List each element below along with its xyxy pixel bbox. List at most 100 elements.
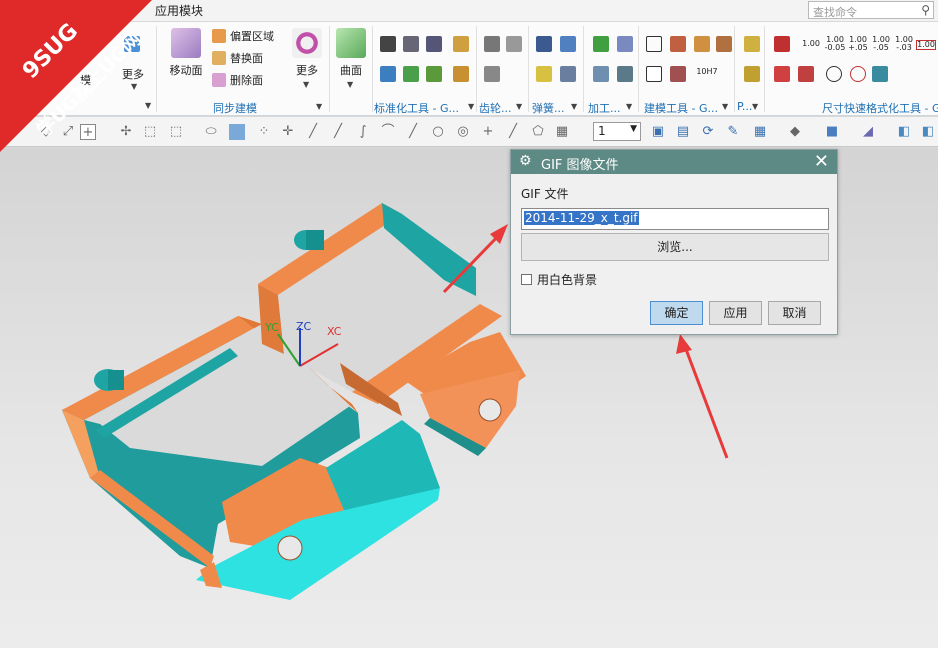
chevron-down-icon[interactable]: ▼ (303, 80, 309, 89)
menu-tools[interactable]: 工具 (54, 2, 78, 19)
modeling-tool-icon[interactable] (716, 36, 732, 52)
dimension-tool-icon[interactable] (774, 36, 790, 52)
view-icon[interactable]: ▣ (650, 124, 666, 140)
curve-icon[interactable]: ∫ (355, 124, 371, 140)
undo-arrow-icon[interactable] (872, 66, 888, 82)
solid-icon[interactable] (229, 124, 245, 140)
note-icon[interactable] (646, 66, 662, 82)
rect-select-icon[interactable]: ⬚ (168, 124, 184, 140)
grid-icon[interactable]: ▦ (554, 124, 570, 140)
dim-format-button[interactable]: 1.00 -.03 (893, 36, 915, 52)
line-icon[interactable]: ╱ (330, 124, 346, 140)
snap-icon[interactable]: ⁘ (256, 124, 272, 140)
machining-tool-icon[interactable] (617, 66, 633, 82)
diameter-icon[interactable] (850, 66, 866, 82)
search-icon[interactable]: ⚲ (921, 3, 930, 17)
std-tool-icon[interactable] (380, 36, 396, 52)
chevron-down-icon[interactable]: ▼ (347, 80, 353, 89)
machining-tool-icon[interactable] (617, 36, 633, 52)
view-icon[interactable]: ▦ (752, 124, 768, 140)
offset-region-button[interactable]: 偏置区域 (212, 28, 274, 44)
view-icon[interactable]: ✎ (725, 124, 741, 140)
std-tool-icon[interactable] (403, 66, 419, 82)
spring-tool-icon[interactable] (560, 66, 576, 82)
snap-icon[interactable]: ⬭ (203, 124, 219, 140)
chevron-down-icon[interactable]: ▼ (316, 102, 322, 111)
view-icon[interactable]: ◧ (920, 124, 936, 140)
machining-tool-icon[interactable] (593, 66, 609, 82)
surface-button[interactable]: 曲面 (334, 28, 368, 78)
chevron-down-icon[interactable]: ▼ (571, 102, 577, 111)
render-icon[interactable]: ◆ (787, 124, 803, 140)
table-icon[interactable] (670, 36, 686, 52)
delete-face-button[interactable]: 删除面 (212, 72, 263, 88)
snap-icon[interactable]: ◇ (38, 124, 54, 140)
line-icon[interactable]: ╱ (505, 124, 521, 140)
apply-button[interactable]: 应用 (709, 301, 762, 325)
triangle-icon[interactable] (646, 36, 662, 52)
gear-icon[interactable]: ⚙ (519, 153, 532, 169)
line-icon[interactable]: ╱ (305, 124, 321, 140)
snap-icon[interactable]: ⬚ (142, 124, 158, 140)
browse-button[interactable]: 浏览... (521, 233, 829, 261)
command-search-input[interactable]: 查找命令 ⚲ (808, 1, 934, 19)
gear-tool-icon[interactable] (484, 66, 500, 82)
tolerance-label[interactable]: 10H7 (696, 68, 718, 76)
cancel-button[interactable]: 取消 (768, 301, 821, 325)
view-icon[interactable]: ◧ (896, 124, 912, 140)
rotate-icon[interactable]: ⟳ (700, 124, 716, 140)
plus-icon[interactable]: + (480, 124, 496, 140)
dimension-tool-icon[interactable] (774, 66, 790, 82)
white-background-option[interactable]: 用白色背景 (521, 271, 597, 288)
replace-face-button[interactable]: 替换面 (212, 50, 263, 66)
circle-icon[interactable]: ◎ (455, 124, 471, 140)
machining-tool-icon[interactable] (593, 36, 609, 52)
std-tool-icon[interactable] (403, 36, 419, 52)
dim-format-button[interactable]: 1.00 -0.05 (824, 36, 846, 52)
chevron-down-icon[interactable]: ▼ (468, 102, 474, 111)
menu-render[interactable]: 渲染 (6, 2, 30, 19)
snap-icon[interactable]: ✛ (280, 124, 296, 140)
std-tool-icon[interactable] (380, 66, 396, 82)
gif-filename-input[interactable]: 2014-11-29_x_t.gif (521, 208, 829, 230)
std-tool-icon[interactable] (453, 36, 469, 52)
spring-tool-icon[interactable] (536, 66, 552, 82)
std-tool-icon[interactable] (426, 36, 442, 52)
more-features-button[interactable]: 更多 (122, 66, 144, 82)
gear-tool-icon[interactable] (506, 36, 522, 52)
modeling-tool-icon[interactable] (694, 36, 710, 52)
menu-application[interactable]: 应用模块 (155, 2, 203, 19)
chevron-down-icon[interactable]: ▼ (752, 102, 758, 111)
ok-button[interactable]: 确定 (650, 301, 703, 325)
modeling-tool-icon[interactable] (670, 66, 686, 82)
std-tool-icon[interactable] (426, 66, 442, 82)
dim-format-button[interactable]: 1.00 +.05 (847, 36, 869, 52)
dim-format-button[interactable]: 1.00 (800, 40, 822, 48)
close-icon[interactable]: ✕ (814, 151, 829, 172)
snap-icon[interactable]: ⌒ (380, 124, 396, 140)
move-face-button[interactable]: 移动面 (166, 28, 206, 78)
spring-tool-icon[interactable] (536, 36, 552, 52)
snap-icon[interactable]: ⤢ (60, 124, 76, 140)
gear-tool-icon[interactable] (484, 36, 500, 52)
p-tool-icon[interactable] (744, 36, 760, 52)
snap-icon[interactable]: ✢ (118, 124, 134, 140)
chevron-down-icon[interactable]: ▼ (145, 101, 151, 110)
dimension-tool-icon[interactable] (798, 66, 814, 82)
diameter-icon[interactable] (826, 66, 842, 82)
work-layer-select[interactable]: 1 ▼ (593, 122, 641, 141)
view-icon[interactable]: ▤ (675, 124, 691, 140)
dialog-titlebar[interactable]: ⚙ GIF 图像文件 ✕ (511, 150, 837, 174)
chevron-down-icon[interactable]: ▼ (516, 102, 522, 111)
snap-icon[interactable]: ⬠ (530, 124, 546, 140)
view-icon[interactable]: ◢ (860, 124, 876, 140)
std-tool-icon[interactable] (453, 66, 469, 82)
more-sync-button[interactable]: 更多 (290, 28, 324, 78)
feature-icon[interactable] (124, 36, 140, 52)
spring-tool-icon[interactable] (560, 36, 576, 52)
p-tool-icon[interactable] (744, 66, 760, 82)
circle-icon[interactable]: ○ (430, 124, 446, 140)
white-background-checkbox[interactable] (521, 274, 532, 285)
chevron-down-icon[interactable]: ▼ (131, 82, 137, 91)
shade-icon[interactable]: ■ (824, 124, 840, 140)
